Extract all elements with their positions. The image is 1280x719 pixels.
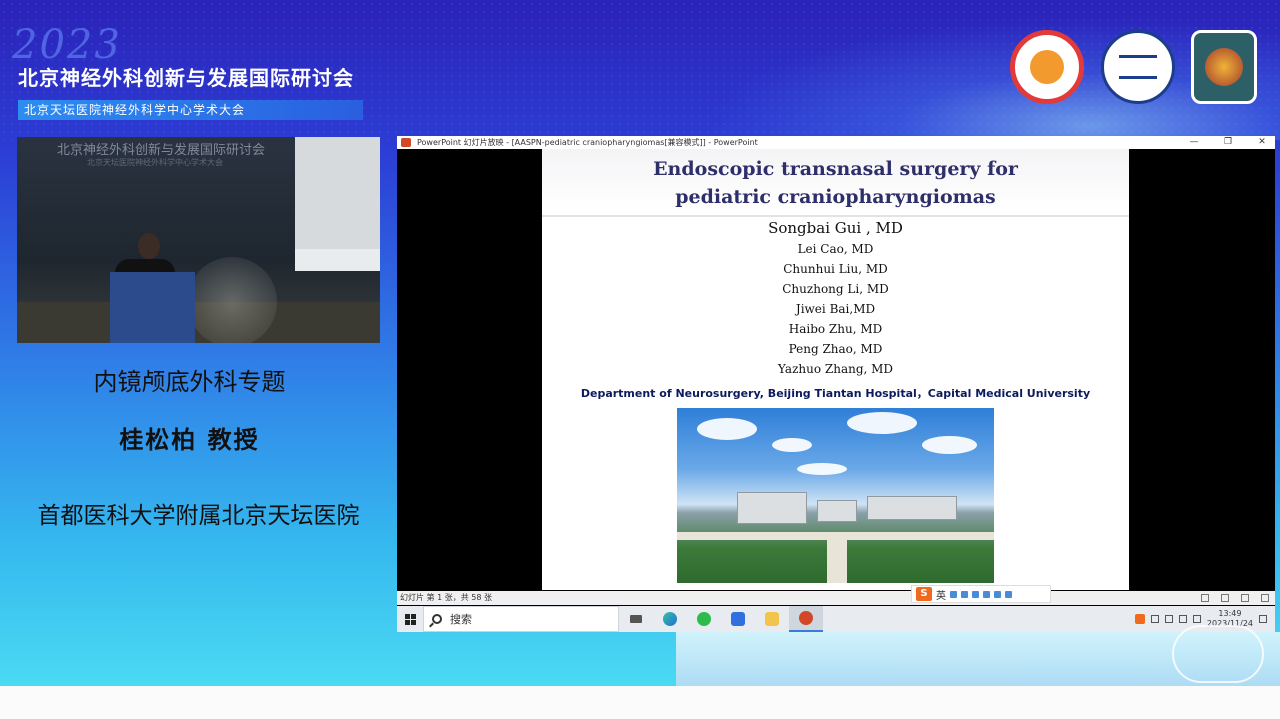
photo-cloud — [847, 412, 917, 434]
start-button[interactable] — [397, 606, 423, 632]
slide: Endoscopic transnasal surgery for pediat… — [542, 149, 1129, 590]
slide-title: Endoscopic transnasal surgery for pediat… — [542, 155, 1129, 211]
taskbar-file-explorer[interactable] — [755, 606, 789, 632]
hospital-photo — [677, 408, 994, 583]
podium — [110, 272, 195, 343]
photo-cloud — [922, 436, 977, 454]
edge-icon — [663, 612, 677, 626]
author-item: Lei Cao, MD — [797, 242, 874, 256]
slide-title-line1: Endoscopic transnasal surgery for — [653, 158, 1018, 180]
author-item: Chuzhong Li, MD — [782, 282, 889, 296]
background-glow — [640, 0, 1280, 140]
ppt-status-bar: 幻灯片 第 1 张，共 58 张 — [397, 591, 1275, 605]
video-backdrop-glow — [187, 257, 277, 343]
taskbar-powerpoint[interactable] — [789, 606, 823, 632]
author-item: Yazhuo Zhang, MD — [777, 362, 894, 376]
ime-keyboard-icon[interactable] — [972, 590, 979, 598]
taskbar-edge[interactable] — [653, 606, 687, 632]
minimize-button[interactable]: — — [1183, 136, 1205, 149]
task-view-icon — [630, 615, 642, 623]
author-item: Haibo Zhu, MD — [788, 322, 883, 336]
slide-counter: 幻灯片 第 1 张，共 58 张 — [400, 593, 492, 602]
watermark-logo — [1172, 625, 1264, 683]
banner-title: 北京神经外科创新与发展国际研讨会 — [18, 66, 354, 90]
task-view-button[interactable] — [619, 606, 653, 632]
powerpoint-window: PowerPoint 幻灯片放映 - [AASPN-pediatric cran… — [397, 136, 1275, 632]
session-topic: 内镜颅底外科专题 — [93, 368, 286, 396]
powerpoint-taskbar-icon — [799, 611, 813, 625]
battery-icon[interactable] — [1164, 615, 1173, 623]
video-backdrop-title: 北京神经外科创新与发展国际研讨会 — [57, 143, 266, 158]
bottom-strip — [0, 686, 1280, 719]
sogou-ime-icon[interactable]: S — [916, 587, 932, 601]
author-item: Chunhui Liu, MD — [783, 262, 888, 276]
close-button[interactable]: ✕ — [1251, 136, 1273, 149]
photo-road — [827, 538, 847, 583]
speaker-video: 北京神经外科创新与发展国际研讨会 北京天坛医院神经外科学中心学术大会 — [17, 137, 380, 343]
taskbar-search-box[interactable]: 搜索 — [423, 606, 619, 632]
view-buttons — [1201, 591, 1269, 605]
ppt-window-title: PowerPoint 幻灯片放映 - [AASPN-pediatric cran… — [417, 138, 758, 147]
search-icon — [432, 614, 442, 624]
author-item: Jiwei Bai,MD — [795, 302, 876, 316]
photo-cloud — [797, 463, 847, 475]
ime-language[interactable]: 英 — [936, 587, 946, 602]
photo-building — [867, 496, 957, 520]
windows-logo-icon — [404, 613, 416, 625]
slide-title-divider — [542, 215, 1129, 217]
author-item: Peng Zhao, MD — [788, 342, 883, 356]
powerpoint-icon — [401, 138, 411, 147]
wcc-logo — [1010, 30, 1084, 104]
ime-toolbar[interactable]: S 英 — [911, 585, 1051, 603]
photo-cloud — [772, 438, 812, 452]
neurosurgical-center-logo — [1191, 30, 1257, 104]
search-placeholder: 搜索 — [450, 613, 472, 626]
speaker-name: 桂松柏 教授 — [119, 426, 260, 454]
notification-icon[interactable] — [1259, 615, 1267, 623]
normal-view-icon[interactable] — [1201, 594, 1209, 602]
banner-subtitle: 北京天坛医院神经外科学中心学术大会 — [18, 100, 363, 120]
taskbar-feishu[interactable] — [721, 606, 755, 632]
slide-sorter-icon[interactable] — [1221, 594, 1229, 602]
volume-icon[interactable] — [1178, 615, 1187, 623]
ppt-titlebar: PowerPoint 幻灯片放映 - [AASPN-pediatric cran… — [397, 136, 1275, 149]
speaker-head — [138, 233, 160, 259]
network-icon[interactable] — [1192, 615, 1201, 623]
chevron-up-icon[interactable] — [1150, 615, 1159, 623]
restore-button[interactable]: ❐ — [1217, 136, 1239, 149]
ime-toolbox-icon[interactable] — [994, 590, 1001, 598]
photo-building — [817, 500, 857, 522]
ime-skin-icon[interactable] — [983, 590, 990, 598]
ime-punctuation-icon[interactable] — [950, 590, 957, 598]
slide-show-area[interactable]: Endoscopic transnasal surgery for pediat… — [397, 149, 1275, 597]
windows-taskbar: 搜索 13:49 2023/11/24 — [397, 606, 1275, 632]
video-backdrop-subtitle: 北京天坛医院神经外科学中心学术大会 — [87, 158, 223, 167]
video-screen-lower — [295, 249, 380, 271]
photo-cloud — [697, 418, 757, 440]
clock-time: 13:49 — [1218, 609, 1242, 618]
slide-title-line2: pediatric craniopharyngiomas — [675, 186, 996, 208]
main-author: Songbai Gui , MD — [768, 219, 903, 237]
ime-voice-icon[interactable] — [961, 590, 968, 598]
tiantan-hospital-logo — [1101, 30, 1175, 104]
department-line: Department of Neurosurgery, Beijing Tian… — [580, 387, 1091, 400]
wechat-icon — [697, 612, 711, 626]
photo-building — [737, 492, 807, 524]
feishu-icon — [731, 612, 745, 626]
speaker-affiliation: 首都医科大学附属北京天坛医院 — [37, 503, 360, 529]
taskbar-wechat[interactable] — [687, 606, 721, 632]
folder-icon — [765, 612, 779, 626]
ime-settings-icon[interactable] — [1005, 590, 1012, 598]
slideshow-icon[interactable] — [1261, 594, 1269, 602]
reading-view-icon[interactable] — [1241, 594, 1249, 602]
sogou-tray-icon[interactable] — [1134, 614, 1145, 624]
